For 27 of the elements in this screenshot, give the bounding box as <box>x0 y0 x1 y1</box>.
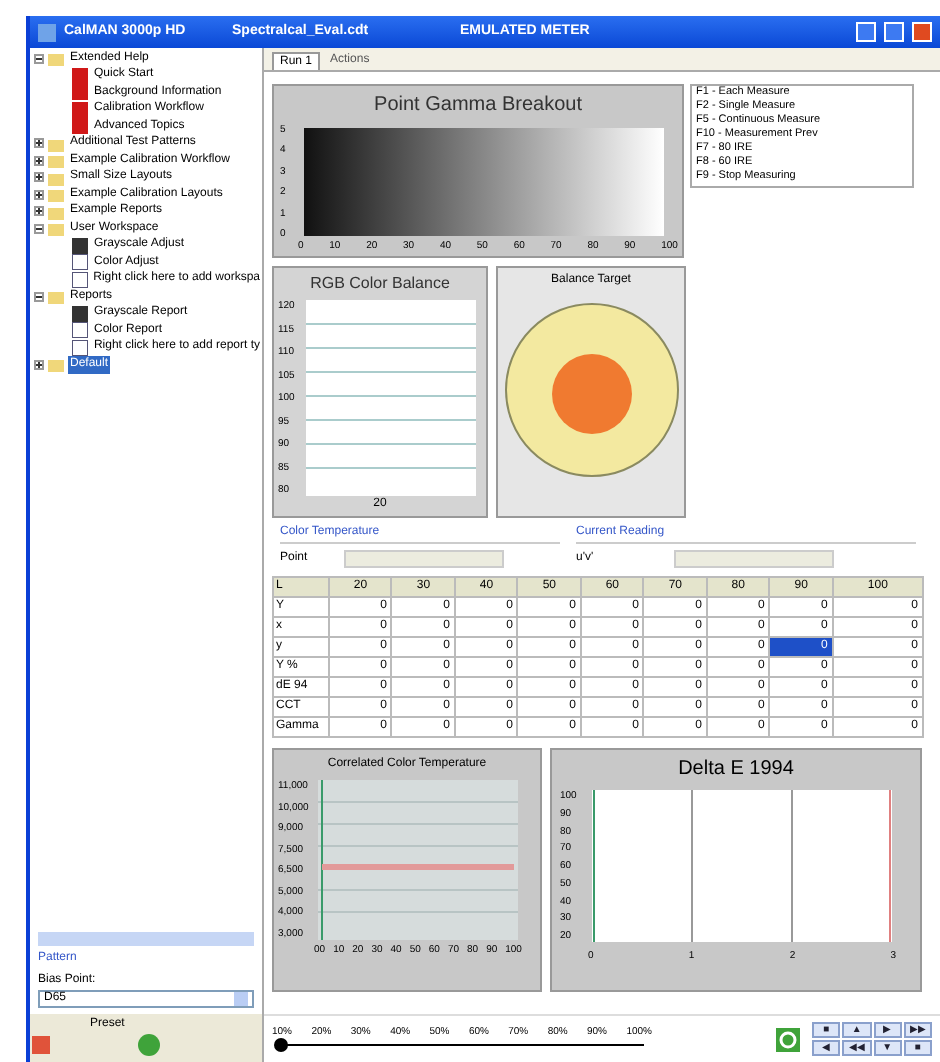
input-field[interactable] <box>673 550 834 568</box>
expand-icon[interactable] <box>34 359 44 370</box>
folder-icon <box>48 50 64 67</box>
folder-icon <box>48 288 64 305</box>
expand-icon[interactable] <box>34 138 44 149</box>
close-button[interactable] <box>912 22 932 42</box>
maximize-button[interactable] <box>884 22 904 42</box>
refresh-icon[interactable] <box>776 1027 800 1051</box>
expand-icon[interactable] <box>34 189 44 200</box>
chart-title: RGB Color Balance <box>308 272 452 296</box>
chart-title: Delta E 1994 <box>676 756 796 784</box>
sheet-icon <box>72 237 88 254</box>
scroll-bar[interactable] <box>38 932 254 946</box>
play-icon[interactable] <box>138 1034 160 1056</box>
minimize-button[interactable] <box>856 22 876 42</box>
expand-icon[interactable] <box>34 206 44 217</box>
expand-icon[interactable] <box>34 172 44 183</box>
collapse-icon[interactable] <box>34 53 44 64</box>
collapse-icon[interactable] <box>34 291 44 302</box>
chart-title: Point Gamma Breakout <box>374 92 582 120</box>
sheet-icon <box>72 305 88 322</box>
slider-thumb[interactable] <box>274 1038 288 1052</box>
input-field[interactable] <box>343 550 504 568</box>
folder-icon <box>48 356 64 373</box>
expand-icon[interactable] <box>34 155 44 166</box>
collapse-icon[interactable] <box>34 223 44 234</box>
app-icon <box>38 23 56 41</box>
